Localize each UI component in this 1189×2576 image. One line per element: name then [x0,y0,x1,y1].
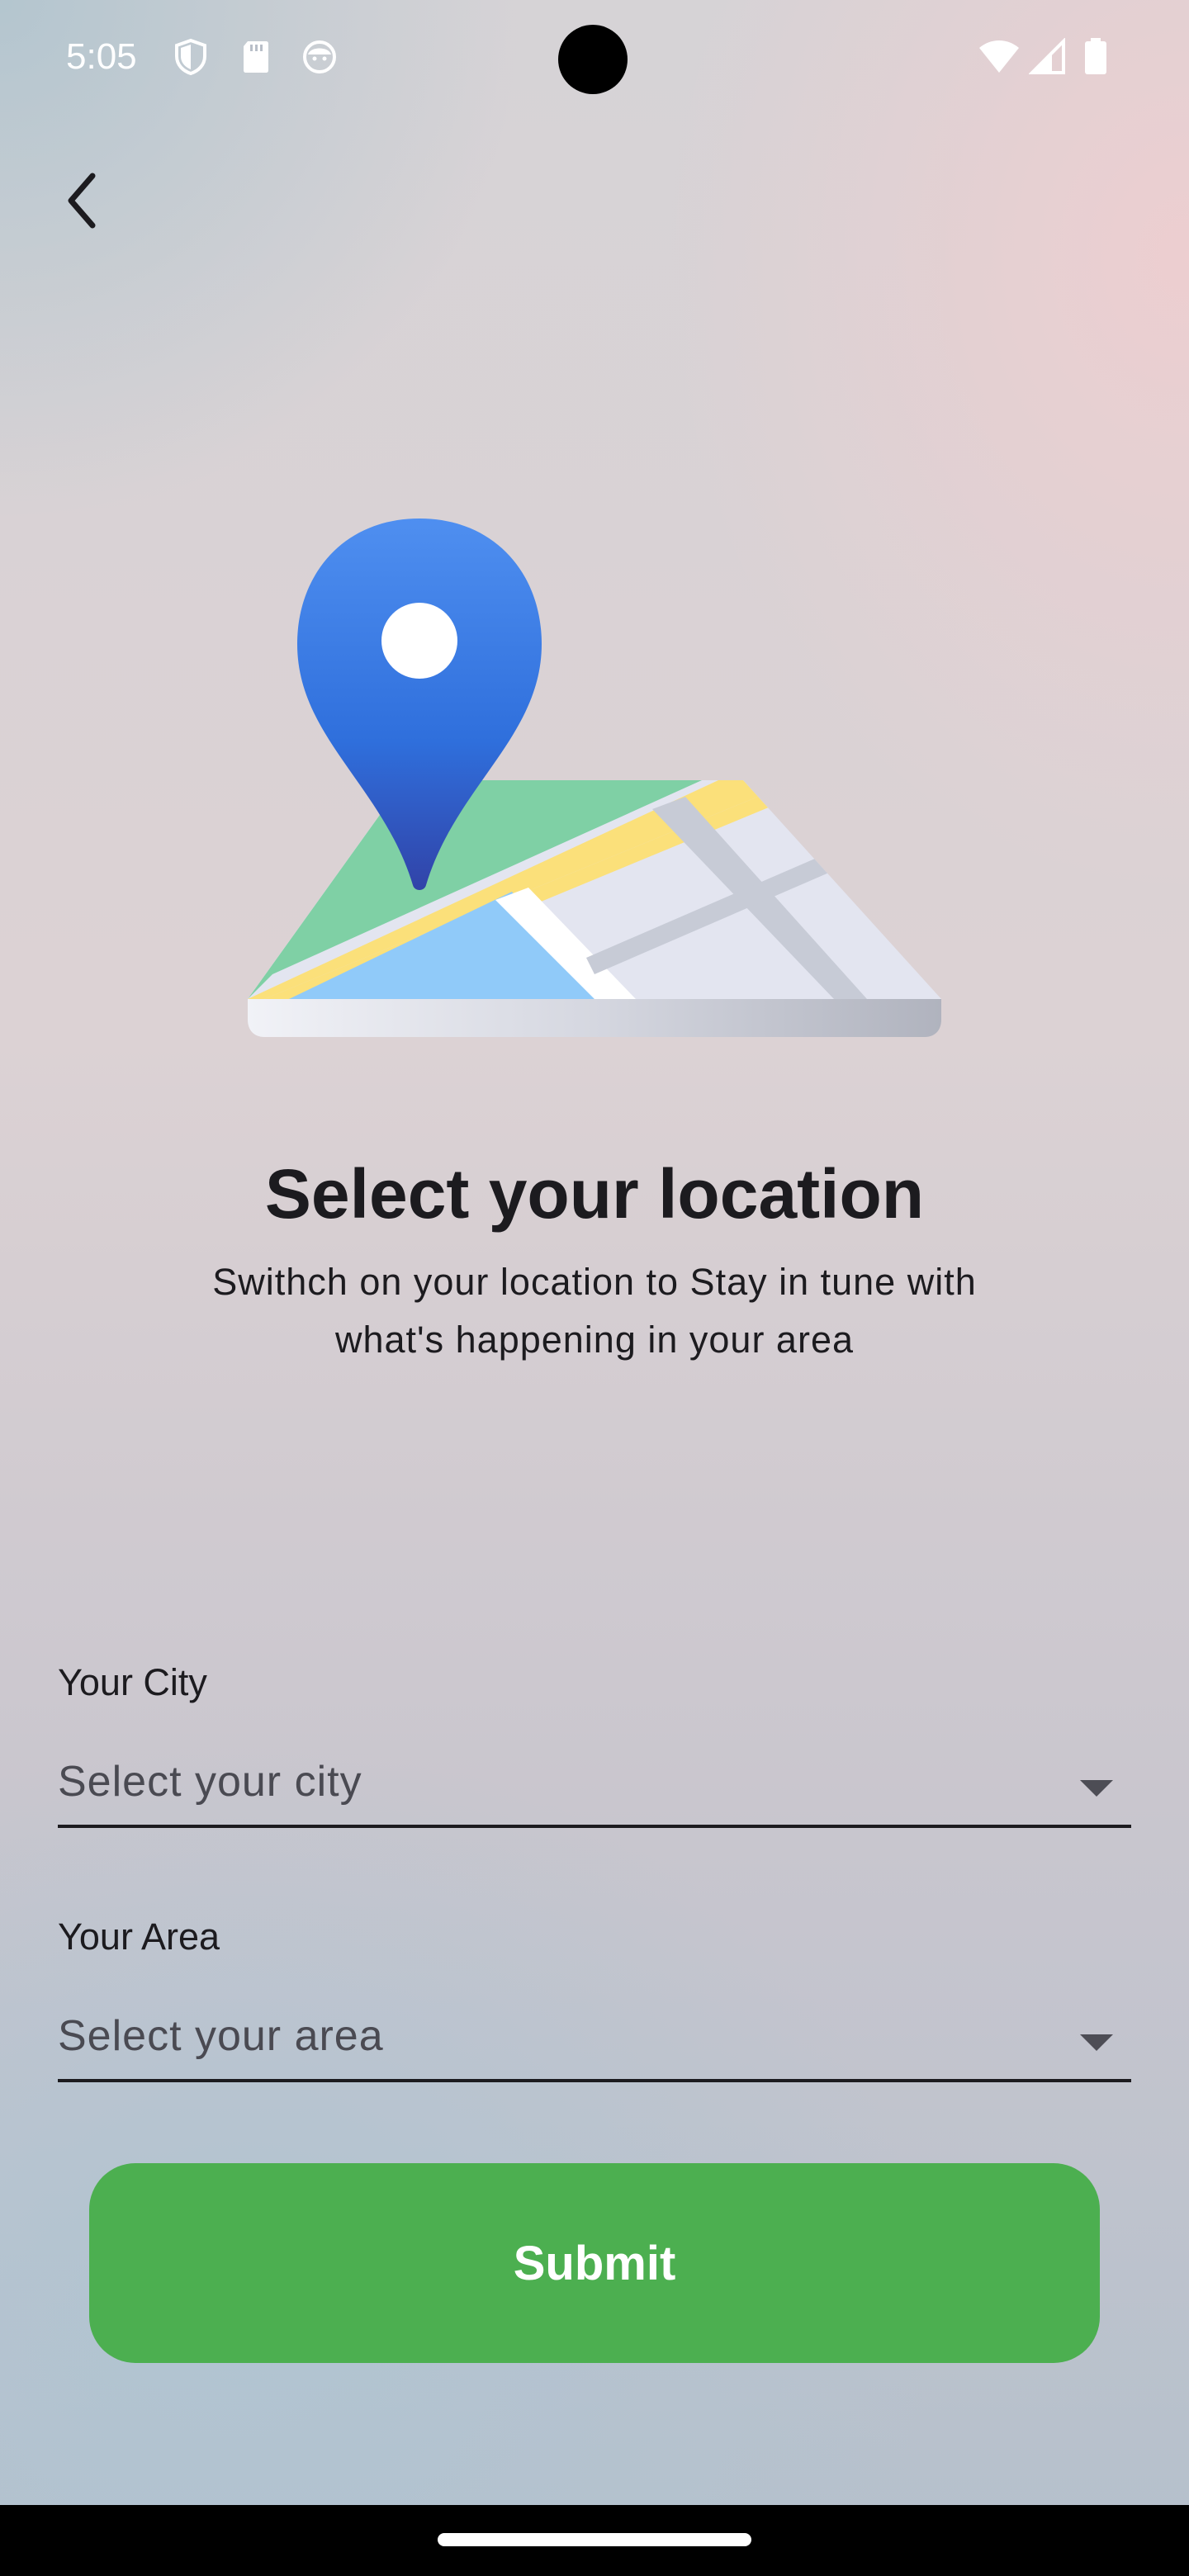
area-label: Your Area [58,1915,220,1958]
subtitle-line: what's happening in your area [335,1319,854,1361]
status-time: 5:05 [66,36,137,77]
signal-icon [1028,37,1067,76]
city-label: Your City [58,1661,207,1703]
area-dropdown[interactable]: Select your area [58,1996,1131,2082]
page-subtitle: Swithch on your location to Stay in tune… [165,1253,1024,1369]
subtitle-line: Swithch on your location to Stay in tune… [212,1261,977,1303]
area-dropdown-placeholder: Select your area [58,2012,384,2060]
map-location-pin-illustration [239,512,950,1057]
chevron-left-icon [58,168,107,238]
home-indicator[interactable] [438,2533,751,2546]
face-icon [301,38,339,76]
wifi-icon [978,38,1021,76]
sd-card-icon [238,38,276,76]
shield-icon [172,38,210,76]
submit-button[interactable]: Submit [89,2163,1100,2363]
camera-cutout [558,25,628,94]
caret-down-icon [1080,1780,1113,1797]
status-bar: 5:05 [0,0,1189,124]
back-button[interactable] [50,161,116,244]
caret-down-icon [1080,2034,1113,2051]
city-dropdown[interactable]: Select your city [58,1742,1131,1828]
page-title: Select your location [264,1155,925,1233]
city-dropdown-placeholder: Select your city [58,1758,362,1806]
battery-icon [1083,38,1108,76]
